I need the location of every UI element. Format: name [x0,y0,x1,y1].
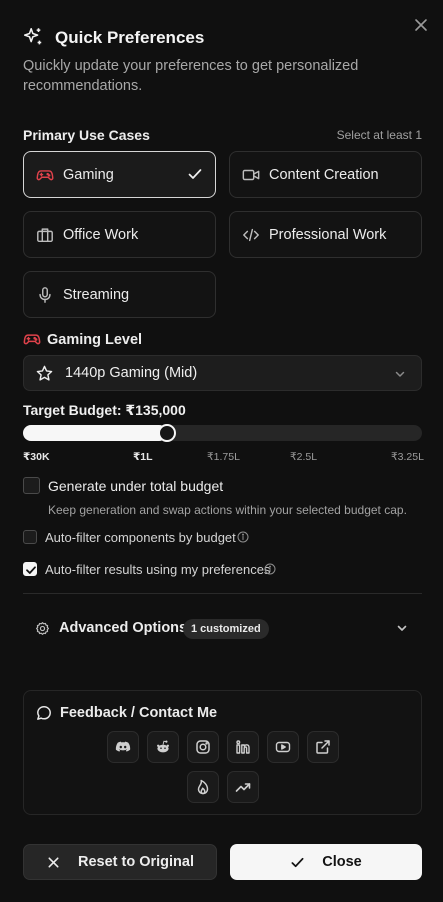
use-cases-hint: Select at least 1 [336,128,422,142]
microphone-icon [36,286,54,304]
generate-under-budget-label: Generate under total budget [48,478,224,494]
use-case-label: Office Work [63,226,139,243]
star-icon [36,365,53,382]
auto-filter-results-label: Auto-filter results using my preferences [45,562,271,577]
chevron-down-icon [393,367,407,381]
budget-tick: ₹2.5L [290,451,318,463]
generate-under-budget-checkbox[interactable] [23,477,40,494]
budget-tick: ₹3.25L [391,451,424,463]
budget-tick: ₹1L [133,451,153,463]
use-case-gaming[interactable]: Gaming [23,151,216,198]
auto-filter-results-checkbox[interactable] [23,562,37,576]
discord-icon[interactable] [107,731,139,763]
use-case-office-work[interactable]: Office Work [23,211,216,258]
use-cases-label: Primary Use Cases [23,127,150,143]
use-case-label: Professional Work [269,226,387,243]
gamepad-icon [23,332,41,348]
advanced-options-label[interactable]: Advanced Options [59,620,187,636]
check-icon [291,857,304,867]
gaming-level-value: 1440p Gaming (Mid) [65,365,198,381]
message-circle-icon [36,705,52,721]
gaming-level-select[interactable]: 1440p Gaming (Mid) [23,355,422,391]
close-icon[interactable] [412,16,430,34]
use-case-content-creation[interactable]: Content Creation [229,151,422,198]
flame-icon[interactable] [187,771,219,803]
use-case-streaming[interactable]: Streaming [23,271,216,318]
customized-badge: 1 customized [183,619,269,639]
budget-slider-fill [23,425,167,441]
budget-tick: ₹30K [23,451,50,463]
auto-filter-components-label: Auto-filter components by budget [45,530,236,545]
code-icon [242,226,260,244]
dialog-subtitle: Quickly update your preferences to get p… [23,58,359,94]
info-icon[interactable] [237,531,249,543]
chevron-down-icon[interactable] [395,621,409,635]
auto-filter-components-checkbox[interactable] [23,530,37,544]
instagram-icon[interactable] [187,731,219,763]
linkedin-icon[interactable] [227,731,259,763]
sparkles-icon [22,26,44,48]
generate-under-budget-description: Keep generation and swap actions within … [48,503,407,517]
divider [23,593,422,594]
briefcase-icon [36,226,54,244]
close-icon [48,856,59,868]
reddit-icon[interactable] [147,731,179,763]
trending-up-icon[interactable] [227,771,259,803]
youtube-icon[interactable] [267,731,299,763]
reset-button-label: Reset to Original [77,854,195,870]
budget-slider-thumb[interactable] [157,424,176,442]
gamepad-icon [36,166,54,184]
use-case-label: Content Creation [269,166,379,183]
target-budget-label: Target Budget: ₹135,000 [23,402,186,418]
use-case-label: Streaming [63,286,130,303]
budget-tick: ₹1.75L [207,451,240,463]
external-link-icon[interactable] [307,731,339,763]
gaming-level-label: Gaming Level [47,332,143,348]
gear-icon [35,621,50,636]
video-icon [242,166,260,184]
use-case-professional-work[interactable]: Professional Work [229,211,422,258]
feedback-label: Feedback / Contact Me [60,705,218,721]
close-button-label: Close [322,854,362,870]
reset-to-original-button[interactable]: Reset to Original [23,844,217,880]
use-case-label: Gaming [63,166,114,183]
close-button[interactable]: Close [230,844,422,880]
check-icon [187,166,203,182]
info-icon[interactable] [264,563,276,575]
dialog-title: Quick Preferences [55,28,205,47]
